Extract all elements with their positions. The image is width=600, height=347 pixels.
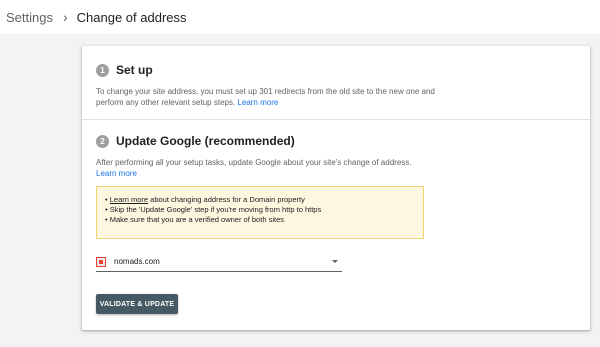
step-number-badge: 2 <box>96 134 109 148</box>
step-update-google: 2 Update Google (recommended) After perf… <box>82 120 590 330</box>
notice-item: • Learn more about changing address for … <box>105 195 423 205</box>
step-setup: 1 Set up To change your site address, yo… <box>82 46 590 120</box>
bullet: • <box>105 215 108 224</box>
content-area: 1 Set up To change your site address, yo… <box>0 34 600 347</box>
step-title: Set up <box>116 63 153 77</box>
step-setup-header: 1 Set up <box>96 63 153 77</box>
bullet: • <box>105 195 108 204</box>
property-select-value: nomads.com <box>114 257 160 266</box>
domain-property-icon <box>96 256 106 267</box>
page-title: Change of address <box>76 9 187 25</box>
step-description: To change your site address, you must se… <box>96 86 436 108</box>
chevron-right-icon: › <box>62 9 68 25</box>
bullet: • <box>105 205 108 214</box>
notice-item: • Make sure that you are a verified owne… <box>105 215 423 225</box>
notice-item-text: Skip the 'Update Google' step if you're … <box>109 205 322 214</box>
learn-more-link[interactable]: Learn more <box>96 169 137 178</box>
step-number-badge: 1 <box>96 63 109 77</box>
breadcrumb-settings-link[interactable]: Settings <box>6 10 53 25</box>
step-description: After performing all your setup tasks, u… <box>96 157 436 179</box>
info-notice: • Learn more about changing address for … <box>96 186 424 239</box>
change-of-address-card: 1 Set up To change your site address, yo… <box>82 46 590 330</box>
step-description-text: After performing all your setup tasks, u… <box>96 158 412 167</box>
domain-property-learn-more-link[interactable]: Learn more <box>110 195 148 204</box>
notice-item: • Skip the 'Update Google' step if you'r… <box>105 205 423 215</box>
property-select[interactable]: nomads.com <box>96 252 342 272</box>
step-title: Update Google (recommended) <box>116 134 295 148</box>
validate-update-button[interactable]: VALIDATE & UPDATE <box>96 294 178 314</box>
dropdown-caret-icon <box>332 260 338 263</box>
breadcrumb: Settings › Change of address <box>0 0 600 34</box>
notice-item-text: about changing address for a Domain prop… <box>148 195 305 204</box>
learn-more-link[interactable]: Learn more <box>237 98 278 107</box>
step-update-google-header: 2 Update Google (recommended) <box>96 134 295 148</box>
notice-item-text: Make sure that you are a verified owner … <box>109 215 284 224</box>
